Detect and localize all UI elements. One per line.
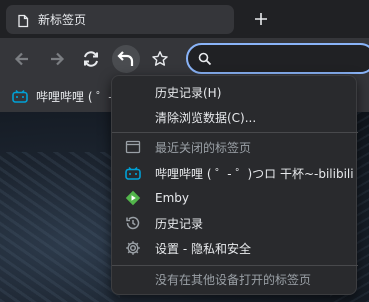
back-button[interactable] xyxy=(10,47,34,71)
sync-icon xyxy=(84,51,98,67)
tab-strip: 新标签页 xyxy=(0,0,369,38)
forward-button[interactable] xyxy=(45,47,69,71)
menu-item-clear-data[interactable]: 清除浏览数据(C)... xyxy=(112,106,358,128)
history-icon xyxy=(124,214,142,232)
menu-header-other-devices: 没有在其他设备打开的标签页 xyxy=(155,272,312,287)
star-icon xyxy=(152,51,168,66)
browser-window: 新标签页 哔哩哔哩 (゜- ゜)つロ 历史记录(H) 清除浏览数据(C)...… xyxy=(0,0,369,302)
menu-item-recent-bilibili[interactable]: 哔哩哔哩 ( ゜- ゜)つロ 干杯~-bilibili xyxy=(112,162,358,184)
menu-item-recent-emby[interactable]: Emby xyxy=(112,187,358,209)
background-texture xyxy=(0,152,120,302)
bookmark-star-button[interactable] xyxy=(148,47,172,71)
emby-icon xyxy=(124,189,142,207)
search-icon xyxy=(198,52,212,65)
menu-header-recently-closed: 最近关闭的标签页 xyxy=(112,136,358,158)
settings-icon xyxy=(124,239,142,257)
menu-divider xyxy=(112,132,358,133)
tab-new-tab[interactable]: 新标签页 xyxy=(6,5,234,34)
menu-divider xyxy=(112,265,358,266)
page-icon xyxy=(16,13,30,27)
menu-item-recent-settings[interactable]: 设置 - 隐私和安全 xyxy=(112,237,358,259)
toolbar xyxy=(0,38,369,80)
arrow-right-icon xyxy=(51,52,65,66)
bilibili-icon xyxy=(12,89,28,103)
reload-button[interactable] xyxy=(79,47,103,71)
address-bar[interactable] xyxy=(186,43,369,74)
arrow-left-icon xyxy=(14,52,28,66)
window-icon xyxy=(124,138,142,156)
menu-item-history[interactable]: 历史记录(H) xyxy=(112,81,358,103)
menu-item-recent-history[interactable]: 历史记录 xyxy=(112,212,358,234)
bilibili-icon xyxy=(124,164,142,182)
undo-icon xyxy=(117,51,134,66)
new-tab-button[interactable] xyxy=(248,8,274,30)
history-menu: 历史记录(H) 清除浏览数据(C)... 最近关闭的标签页 哔哩哔哩 (゜- … xyxy=(111,75,358,295)
tab-title: 新标签页 xyxy=(38,13,87,27)
plus-icon xyxy=(255,13,267,25)
restore-tab-button[interactable] xyxy=(112,45,140,73)
